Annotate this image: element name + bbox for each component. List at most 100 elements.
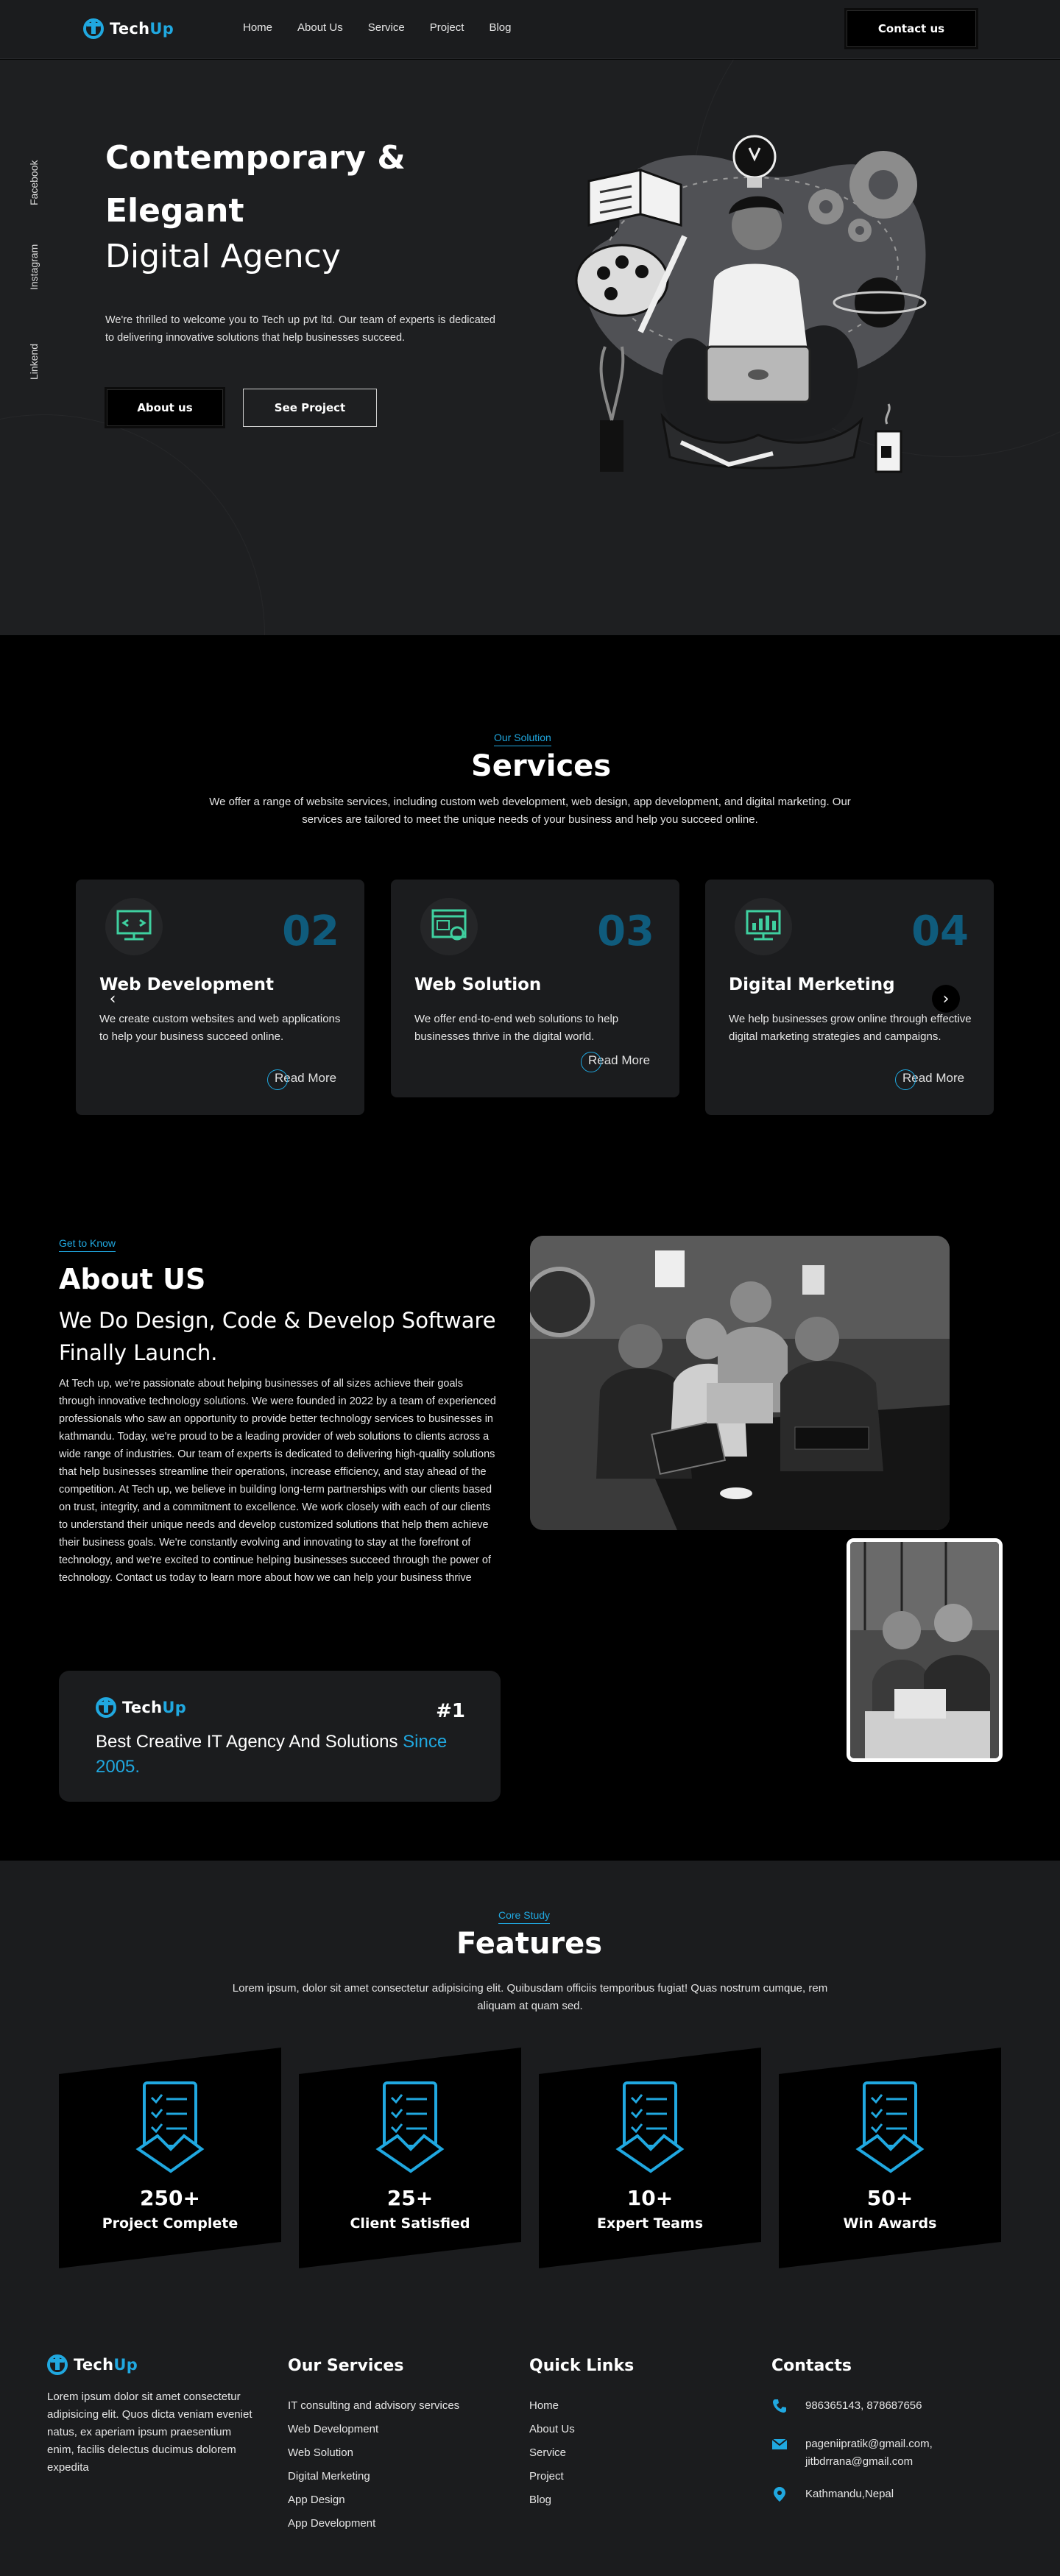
hero-title: Contemporary & Elegant xyxy=(105,139,406,230)
footer-link-service[interactable]: Service xyxy=(529,2441,575,2465)
footer-link-project[interactable]: Project xyxy=(529,2465,575,2488)
brand-name: TechUp xyxy=(110,20,174,38)
plant-icon xyxy=(599,346,625,472)
card-title: Web Development xyxy=(99,975,274,994)
services-eyebrow: Our Solution xyxy=(494,732,551,746)
feature-card: 10+ Expert Teams xyxy=(539,2048,761,2268)
card-title: Digital Merketing xyxy=(729,975,895,994)
feature-card: 25+ Client Satisfied xyxy=(299,2048,521,2268)
footer-link-blog[interactable]: Blog xyxy=(529,2488,575,2512)
nav-service[interactable]: Service xyxy=(368,21,405,34)
card-text: We create custom websites and web applic… xyxy=(99,1013,341,1043)
digital-marketing-icon xyxy=(735,898,792,955)
feature-value: 250+ xyxy=(140,2186,200,2210)
service-card-web-solution[interactable]: 03 Web Solution We offer end-to-end web … xyxy=(391,880,679,1097)
team-photo-main xyxy=(530,1236,950,1530)
contract-handshake-icon xyxy=(135,2081,205,2173)
feature-label: Expert Teams xyxy=(596,2215,704,2232)
read-more-link[interactable]: Read More xyxy=(580,1052,650,1072)
carousel-prev-arrow[interactable]: ‹ xyxy=(99,985,127,1013)
hero-section: Facebook Instagram Linkend Contemporary … xyxy=(0,60,1060,635)
navbar: TechUp Home About Us Service Project Blo… xyxy=(0,0,1060,59)
brand-logo[interactable]: TechUp xyxy=(96,1697,186,1718)
nav-about[interactable]: About Us xyxy=(297,21,343,34)
social-facebook[interactable]: Facebook xyxy=(28,160,40,205)
card-text: We offer end-to-end web solutions to hel… xyxy=(414,1013,619,1043)
web-development-icon xyxy=(105,898,163,955)
services-title: Services xyxy=(471,749,612,783)
nav-home[interactable]: Home xyxy=(243,21,272,34)
footer-service-link[interactable]: App Development xyxy=(288,2512,459,2536)
card-number: 02 xyxy=(282,907,339,955)
logo-icon xyxy=(96,1697,116,1718)
footer-link-about[interactable]: About Us xyxy=(529,2418,575,2441)
feature-value: 50+ xyxy=(866,2186,914,2210)
carousel-next-arrow[interactable]: › xyxy=(932,985,960,1013)
see-project-button[interactable]: See Project xyxy=(243,389,377,427)
feature-card: 50+ Win Awards xyxy=(779,2048,1001,2268)
contract-handshake-icon xyxy=(855,2081,925,2173)
footer-services-list: IT consulting and advisory services Web … xyxy=(288,2394,459,2536)
contact-phone[interactable]: 986365143, 878687656 xyxy=(771,2397,960,2415)
card-text: We help businesses grow online through e… xyxy=(729,1013,972,1043)
about-title: About US xyxy=(59,1263,206,1295)
hero-subtitle: Digital Agency xyxy=(105,238,341,275)
brand-logo[interactable]: TechUp xyxy=(47,2354,138,2375)
card-number: 04 xyxy=(911,907,969,955)
mail-icon xyxy=(771,2438,788,2449)
footer-services-title: Our Services xyxy=(288,2357,404,2375)
agency-badge-card: TechUp #1 Best Creative IT Agency And So… xyxy=(59,1671,501,1802)
footer-service-link[interactable]: Web Development xyxy=(288,2418,459,2441)
feature-card: 250+ Project Complete xyxy=(59,2048,281,2268)
decorative-swirl xyxy=(0,414,265,635)
badge-tagline: Best Creative IT Agency And Solutions Si… xyxy=(96,1732,448,1777)
logo-icon xyxy=(47,2354,68,2375)
footer-links-title: Quick Links xyxy=(529,2357,635,2375)
brand-name: TechUp xyxy=(122,1699,187,1716)
feature-label: Client Satisfied xyxy=(350,2215,470,2232)
features-title: Features xyxy=(456,1927,603,1961)
about-us-button[interactable]: About us xyxy=(107,389,223,426)
logo-icon xyxy=(83,18,104,39)
footer-service-link[interactable]: App Design xyxy=(288,2488,459,2512)
feature-label: Project Complete xyxy=(102,2215,239,2232)
footer-quick-links: Home About Us Service Project Blog xyxy=(529,2394,575,2512)
brand-name: TechUp xyxy=(74,2356,138,2374)
features-description: Lorem ipsum, dolor sit amet consectetur … xyxy=(232,1982,828,2012)
contact-location[interactable]: Kathmandu,Nepal xyxy=(771,2485,960,2503)
card-number: 03 xyxy=(597,907,654,955)
hero-text: We're thrilled to welcome you to Tech up… xyxy=(105,314,495,344)
contact-button[interactable]: Contact us xyxy=(847,10,976,47)
location-pin-icon xyxy=(774,2487,785,2502)
web-solution-icon xyxy=(420,898,478,955)
nav-project[interactable]: Project xyxy=(430,21,464,34)
read-more-link[interactable]: Read More xyxy=(894,1069,964,1090)
about-subtitle: We Do Design, Code & Develop Software Fi… xyxy=(59,1308,496,1365)
hero-illustration xyxy=(575,135,927,473)
footer-link-home[interactable]: Home xyxy=(529,2394,575,2418)
features-eyebrow: Core Study xyxy=(498,1909,551,1924)
footer-about-text: Lorem ipsum dolor sit amet consectetur a… xyxy=(47,2391,252,2474)
feature-value: 25+ xyxy=(386,2186,434,2210)
footer-service-link[interactable]: IT consulting and advisory services xyxy=(288,2394,459,2418)
rank-label: #1 xyxy=(436,1700,465,1722)
footer-service-link[interactable]: Web Solution xyxy=(288,2441,459,2465)
team-photo-secondary xyxy=(847,1538,1003,1762)
phone-numbers: 986365143, 878687656 xyxy=(805,2399,922,2412)
services-description: We offer a range of website services, in… xyxy=(209,796,851,826)
social-linkedin[interactable]: Linkend xyxy=(28,344,40,380)
read-more-link[interactable]: Read More xyxy=(266,1069,336,1090)
location-text: Kathmandu,Nepal xyxy=(805,2488,894,2500)
contract-handshake-icon xyxy=(615,2081,685,2173)
nav-blog[interactable]: Blog xyxy=(489,21,511,34)
footer-service-link[interactable]: Digital Merketing xyxy=(288,2465,459,2488)
footer-contacts-title: Contacts xyxy=(771,2357,852,2375)
about-text: At Tech up, we're passionate about helpi… xyxy=(59,1378,496,1584)
social-instagram[interactable]: Instagram xyxy=(28,244,40,290)
feature-label: Win Awards xyxy=(843,2215,937,2232)
card-title: Web Solution xyxy=(414,975,542,994)
coffee-cup-icon xyxy=(875,403,902,473)
contact-email[interactable]: pageniipratik@gmail.com, jitbdrrana@gmai… xyxy=(771,2435,960,2471)
footer: TechUp Lorem ipsum dolor sit amet consec… xyxy=(0,2288,1060,2576)
brand-logo[interactable]: TechUp xyxy=(83,18,174,39)
